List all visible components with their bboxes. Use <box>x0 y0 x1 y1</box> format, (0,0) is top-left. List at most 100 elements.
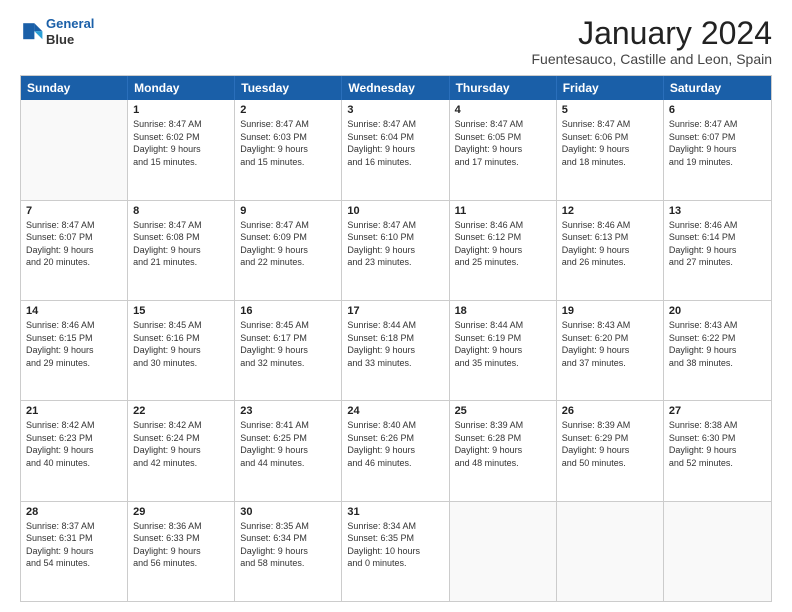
day-number: 6 <box>669 104 766 116</box>
logo-line2: Blue <box>46 32 94 48</box>
day-number: 30 <box>240 506 336 518</box>
calendar-day-cell: 18 Sunrise: 8:44 AMSunset: 6:19 PMDayligh… <box>450 301 557 400</box>
calendar-day-cell: 26 Sunrise: 8:39 AMSunset: 6:29 PMDayligh… <box>557 401 664 500</box>
day-number: 28 <box>26 506 122 518</box>
calendar-row: 28 Sunrise: 8:37 AMSunset: 6:31 PMDayligh… <box>21 502 771 601</box>
calendar-day-cell: 9 Sunrise: 8:47 AMSunset: 6:09 PMDaylight… <box>235 201 342 300</box>
calendar-day-cell: 1 Sunrise: 8:47 AMSunset: 6:02 PMDaylight… <box>128 100 235 199</box>
cell-info: Sunrise: 8:46 AMSunset: 6:12 PMDaylight:… <box>455 219 551 269</box>
cell-info: Sunrise: 8:47 AMSunset: 6:07 PMDaylight:… <box>26 219 122 269</box>
day-number: 4 <box>455 104 551 116</box>
weekday-header: Thursday <box>450 76 557 100</box>
logo-text: General Blue <box>46 16 94 47</box>
cell-info: Sunrise: 8:46 AMSunset: 6:13 PMDaylight:… <box>562 219 658 269</box>
day-number: 24 <box>347 405 443 417</box>
calendar-day-cell: 21Sunrise: 8:42 AMSunset: 6:23 PMDayligh… <box>21 401 128 500</box>
day-number: 18 <box>455 305 551 317</box>
day-number: 14 <box>26 305 122 317</box>
day-number: 15 <box>133 305 229 317</box>
calendar-day-cell: 12Sunrise: 8:46 AMSunset: 6:13 PMDayligh… <box>557 201 664 300</box>
day-number: 22 <box>133 405 229 417</box>
calendar-day-cell: 4 Sunrise: 8:47 AMSunset: 6:05 PMDaylight… <box>450 100 557 199</box>
day-number: 8 <box>133 205 229 217</box>
main-title: January 2024 <box>532 16 773 51</box>
day-number: 1 <box>133 104 229 116</box>
cell-info: Sunrise: 8:39 AMSunset: 6:28 PMDaylight:… <box>455 419 551 469</box>
empty-cell <box>21 100 128 199</box>
cell-info: Sunrise: 8:47 AMSunset: 6:09 PMDaylight:… <box>240 219 336 269</box>
calendar-day-cell: 11 Sunrise: 8:46 AMSunset: 6:12 PMDayligh… <box>450 201 557 300</box>
calendar-row: 1 Sunrise: 8:47 AMSunset: 6:02 PMDaylight… <box>21 100 771 200</box>
subtitle: Fuentesauco, Castille and Leon, Spain <box>532 51 773 67</box>
cell-info: Sunrise: 8:39 AMSunset: 6:29 PMDaylight:… <box>562 419 658 469</box>
calendar-day-cell: 30 Sunrise: 8:35 AMSunset: 6:34 PMDayligh… <box>235 502 342 601</box>
day-number: 10 <box>347 205 443 217</box>
calendar-row: 21Sunrise: 8:42 AMSunset: 6:23 PMDayligh… <box>21 401 771 501</box>
calendar-day-cell: 19Sunrise: 8:43 AMSunset: 6:20 PMDayligh… <box>557 301 664 400</box>
logo-line1: General <box>46 16 94 31</box>
calendar-day-cell: 28 Sunrise: 8:37 AMSunset: 6:31 PMDayligh… <box>21 502 128 601</box>
day-number: 27 <box>669 405 766 417</box>
day-number: 7 <box>26 205 122 217</box>
page: General Blue January 2024 Fuentesauco, C… <box>0 0 792 612</box>
weekday-header: Tuesday <box>235 76 342 100</box>
calendar-day-cell: 23 Sunrise: 8:41 AMSunset: 6:25 PMDayligh… <box>235 401 342 500</box>
cell-info: Sunrise: 8:37 AMSunset: 6:31 PMDaylight:… <box>26 520 122 570</box>
logo-icon <box>20 20 44 44</box>
weekday-header: Monday <box>128 76 235 100</box>
calendar-day-cell: 17Sunrise: 8:44 AMSunset: 6:18 PMDayligh… <box>342 301 449 400</box>
cell-info: Sunrise: 8:35 AMSunset: 6:34 PMDaylight:… <box>240 520 336 570</box>
calendar-day-cell: 6Sunrise: 8:47 AMSunset: 6:07 PMDaylight… <box>664 100 771 199</box>
calendar-header: SundayMondayTuesdayWednesdayThursdayFrid… <box>21 76 771 100</box>
cell-info: Sunrise: 8:46 AMSunset: 6:15 PMDaylight:… <box>26 319 122 369</box>
cell-info: Sunrise: 8:47 AMSunset: 6:02 PMDaylight:… <box>133 118 229 168</box>
day-number: 17 <box>347 305 443 317</box>
day-number: 25 <box>455 405 551 417</box>
cell-info: Sunrise: 8:42 AMSunset: 6:24 PMDaylight:… <box>133 419 229 469</box>
day-number: 21 <box>26 405 122 417</box>
day-number: 26 <box>562 405 658 417</box>
cell-info: Sunrise: 8:44 AMSunset: 6:19 PMDaylight:… <box>455 319 551 369</box>
cell-info: Sunrise: 8:47 AMSunset: 6:06 PMDaylight:… <box>562 118 658 168</box>
calendar-day-cell: 7 Sunrise: 8:47 AMSunset: 6:07 PMDaylight… <box>21 201 128 300</box>
calendar-day-cell: 20 Sunrise: 8:43 AMSunset: 6:22 PMDayligh… <box>664 301 771 400</box>
cell-info: Sunrise: 8:47 AMSunset: 6:05 PMDaylight:… <box>455 118 551 168</box>
cell-info: Sunrise: 8:34 AMSunset: 6:35 PMDaylight:… <box>347 520 443 570</box>
calendar-day-cell: 10 Sunrise: 8:47 AMSunset: 6:10 PMDayligh… <box>342 201 449 300</box>
calendar-row: 14 Sunrise: 8:46 AMSunset: 6:15 PMDayligh… <box>21 301 771 401</box>
day-number: 9 <box>240 205 336 217</box>
day-number: 23 <box>240 405 336 417</box>
cell-info: Sunrise: 8:45 AMSunset: 6:17 PMDaylight:… <box>240 319 336 369</box>
weekday-header: Sunday <box>21 76 128 100</box>
day-number: 13 <box>669 205 766 217</box>
cell-info: Sunrise: 8:46 AMSunset: 6:14 PMDaylight:… <box>669 219 766 269</box>
logo: General Blue <box>20 16 94 47</box>
day-number: 19 <box>562 305 658 317</box>
cell-info: Sunrise: 8:47 AMSunset: 6:10 PMDaylight:… <box>347 219 443 269</box>
cell-info: Sunrise: 8:45 AMSunset: 6:16 PMDaylight:… <box>133 319 229 369</box>
calendar-day-cell: 22 Sunrise: 8:42 AMSunset: 6:24 PMDayligh… <box>128 401 235 500</box>
calendar: SundayMondayTuesdayWednesdayThursdayFrid… <box>20 75 772 602</box>
calendar-day-cell: 25 Sunrise: 8:39 AMSunset: 6:28 PMDayligh… <box>450 401 557 500</box>
cell-info: Sunrise: 8:36 AMSunset: 6:33 PMDaylight:… <box>133 520 229 570</box>
day-number: 20 <box>669 305 766 317</box>
cell-info: Sunrise: 8:47 AMSunset: 6:03 PMDaylight:… <box>240 118 336 168</box>
calendar-day-cell: 8 Sunrise: 8:47 AMSunset: 6:08 PMDaylight… <box>128 201 235 300</box>
calendar-day-cell: 13 Sunrise: 8:46 AMSunset: 6:14 PMDayligh… <box>664 201 771 300</box>
day-number: 11 <box>455 205 551 217</box>
day-number: 2 <box>240 104 336 116</box>
calendar-day-cell: 16 Sunrise: 8:45 AMSunset: 6:17 PMDayligh… <box>235 301 342 400</box>
empty-cell <box>664 502 771 601</box>
calendar-day-cell: 24 Sunrise: 8:40 AMSunset: 6:26 PMDayligh… <box>342 401 449 500</box>
calendar-day-cell: 27Sunrise: 8:38 AMSunset: 6:30 PMDayligh… <box>664 401 771 500</box>
cell-info: Sunrise: 8:40 AMSunset: 6:26 PMDaylight:… <box>347 419 443 469</box>
cell-info: Sunrise: 8:41 AMSunset: 6:25 PMDaylight:… <box>240 419 336 469</box>
empty-cell <box>450 502 557 601</box>
calendar-day-cell: 3Sunrise: 8:47 AMSunset: 6:04 PMDaylight… <box>342 100 449 199</box>
calendar-day-cell: 2 Sunrise: 8:47 AMSunset: 6:03 PMDaylight… <box>235 100 342 199</box>
day-number: 29 <box>133 506 229 518</box>
cell-info: Sunrise: 8:47 AMSunset: 6:08 PMDaylight:… <box>133 219 229 269</box>
empty-cell <box>557 502 664 601</box>
cell-info: Sunrise: 8:43 AMSunset: 6:22 PMDaylight:… <box>669 319 766 369</box>
day-number: 16 <box>240 305 336 317</box>
